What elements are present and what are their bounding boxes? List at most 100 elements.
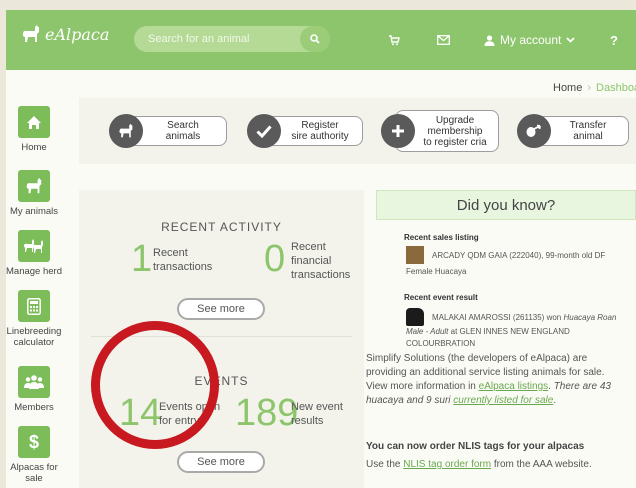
event-location: at GLEN INNES NEW ENGLAND xyxy=(448,327,570,336)
transfer-icon xyxy=(526,124,541,137)
nlis-paragraph: Use the NLIS tag order form from the AAA… xyxy=(366,458,624,472)
plus-icon xyxy=(392,125,404,137)
breadcrumb-separator: › xyxy=(587,82,592,94)
search-animals-circle xyxy=(109,114,143,148)
my-animals-tile xyxy=(18,170,50,202)
sidebar-item-label: Members xyxy=(14,402,54,413)
sidebar-item-label: Linebreeding calculator xyxy=(6,326,62,348)
did-you-know-panel: Did you know? Recent sales listing ARCAD… xyxy=(366,190,636,488)
event-result-line-1: MALAKAI AMAROSSI (261135) won Huacaya Ro… xyxy=(432,312,616,324)
ealpaca-listings-link[interactable]: eAlpaca listings xyxy=(479,381,548,392)
dollar-icon: $ xyxy=(28,431,39,452)
label-line: transactions xyxy=(153,261,213,273)
upgrade-membership-action[interactable]: Upgrade membership to register cria xyxy=(381,110,499,152)
action-label: membership xyxy=(427,125,483,137)
recent-activity-see-more-button[interactable]: See more xyxy=(177,298,265,320)
sidebar-item-label: Home xyxy=(21,142,47,153)
sidebar-item-label: Alpacas for sale xyxy=(10,462,58,484)
recent-sales-label: Recent sales listing xyxy=(404,233,479,242)
label-line: Recent xyxy=(291,241,326,253)
sidebar-item-label: My animals xyxy=(9,206,59,217)
highlight-circle xyxy=(91,321,219,449)
alpaca-icon xyxy=(119,123,133,138)
event-class-age: Male - Adult xyxy=(406,327,449,336)
action-label: Register xyxy=(301,120,339,131)
home-tile xyxy=(18,106,50,138)
action-label: sire authority xyxy=(291,131,349,142)
new-event-results-count: 189 xyxy=(235,392,299,434)
sale-animal-thumbnail[interactable] xyxy=(406,246,424,264)
recent-transactions-count: 1 xyxy=(131,238,153,280)
app-frame: eAlpaca Search for an animal My account … xyxy=(6,10,636,488)
label-line: Recent xyxy=(153,247,188,259)
register-circle xyxy=(247,114,281,148)
label-line: New event xyxy=(291,401,343,413)
messages-button[interactable] xyxy=(437,31,450,49)
recent-sales-line-1[interactable]: ARCADY QDM GAIA (222040), 99-month old D… xyxy=(432,250,605,262)
calculator-icon xyxy=(27,297,41,315)
for-sale-tile: $ xyxy=(18,426,50,458)
calculator-tile xyxy=(18,290,50,322)
breadcrumb: Home › Dashboar xyxy=(553,82,636,94)
recent-transactions-label: Recent transactions xyxy=(153,246,212,274)
alpaca-icon xyxy=(26,177,42,194)
action-label: Upgrade xyxy=(435,114,475,126)
recent-financial-count: 0 xyxy=(264,238,286,280)
recent-event-result-label: Recent event result xyxy=(404,293,478,302)
did-you-know-title: Did you know? xyxy=(376,190,636,220)
members-tile xyxy=(18,366,50,398)
nlis-heading: You can now order NLIS tags for your alp… xyxy=(366,441,585,452)
event-animal-thumbnail[interactable] xyxy=(406,308,424,326)
top-bar: eAlpaca Search for an animal My account … xyxy=(6,10,636,70)
help-button[interactable]: ? xyxy=(610,30,618,50)
action-label: Search xyxy=(167,120,199,131)
logo[interactable]: eAlpaca xyxy=(20,24,109,44)
action-label: animals xyxy=(165,131,201,142)
sidebar-item-my-animals[interactable]: My animals xyxy=(6,170,62,217)
nlis-order-form-link[interactable]: NLIS tag order form xyxy=(403,459,491,470)
sidebar-item-label: Manage herd xyxy=(6,266,62,277)
chevron-down-icon xyxy=(566,37,575,43)
manage-herd-tile xyxy=(18,230,50,262)
sidebar-item-linebreeding-calculator[interactable]: Linebreeding calculator xyxy=(6,290,62,348)
recent-financial-label: Recent financial transactions xyxy=(291,240,350,282)
sidebar-item-home[interactable]: Home xyxy=(6,106,62,153)
sidebar-item-alpacas-for-sale[interactable]: $ Alpacas for sale xyxy=(6,426,62,484)
transfer-animal-action[interactable]: Transfer animal xyxy=(517,114,629,148)
breadcrumb-current: Dashboar xyxy=(596,82,636,94)
user-icon xyxy=(484,34,495,46)
cart-icon xyxy=(389,35,400,46)
envelope-icon xyxy=(437,35,450,45)
new-event-results-label: New event results xyxy=(291,400,343,428)
listings-text: . xyxy=(553,395,557,406)
herd-icon xyxy=(24,239,43,253)
alpaca-logo-icon xyxy=(22,25,39,42)
nlis-text: Use the xyxy=(366,459,404,470)
my-account-menu[interactable]: My account xyxy=(484,30,575,50)
currently-listed-link[interactable]: currently listed for sale xyxy=(453,395,553,406)
label-line: results xyxy=(291,415,324,427)
sidebar-item-manage-herd[interactable]: Manage herd xyxy=(6,230,62,277)
recent-activity-title: RECENT ACTIVITY xyxy=(161,220,282,234)
search-button[interactable] xyxy=(300,26,330,52)
members-icon xyxy=(24,375,44,389)
cart-button[interactable] xyxy=(388,31,400,49)
event-result-text[interactable]: MALAKAI AMAROSSI (261135) won xyxy=(432,313,563,322)
event-result-line-3: COLOURBRATION xyxy=(406,339,476,348)
breadcrumb-home[interactable]: Home xyxy=(553,82,582,94)
events-see-more-button[interactable]: See more xyxy=(177,451,265,473)
account-label: My account xyxy=(500,33,562,47)
search-animals-action[interactable]: Search animals xyxy=(109,114,227,148)
event-result-line-2: Male - Adult at GLEN INNES NEW ENGLAND xyxy=(406,326,570,338)
action-label: to register cria xyxy=(423,136,487,148)
sidebar-item-members[interactable]: Members xyxy=(6,366,62,413)
check-icon xyxy=(256,124,272,138)
listings-paragraph: Simplify Solutions (the developers of eA… xyxy=(366,352,624,408)
nlis-text: from the AAA website. xyxy=(491,459,592,470)
action-label: animal xyxy=(573,131,603,142)
event-class: Huacaya Roan xyxy=(563,313,617,322)
quick-actions: Search animals Register sire authority Upg… xyxy=(79,98,636,164)
register-sire-authority-action[interactable]: Register sire authority xyxy=(247,114,363,148)
recent-sales-line-2: Female Huacaya xyxy=(406,267,467,276)
search-input[interactable] xyxy=(134,26,299,52)
